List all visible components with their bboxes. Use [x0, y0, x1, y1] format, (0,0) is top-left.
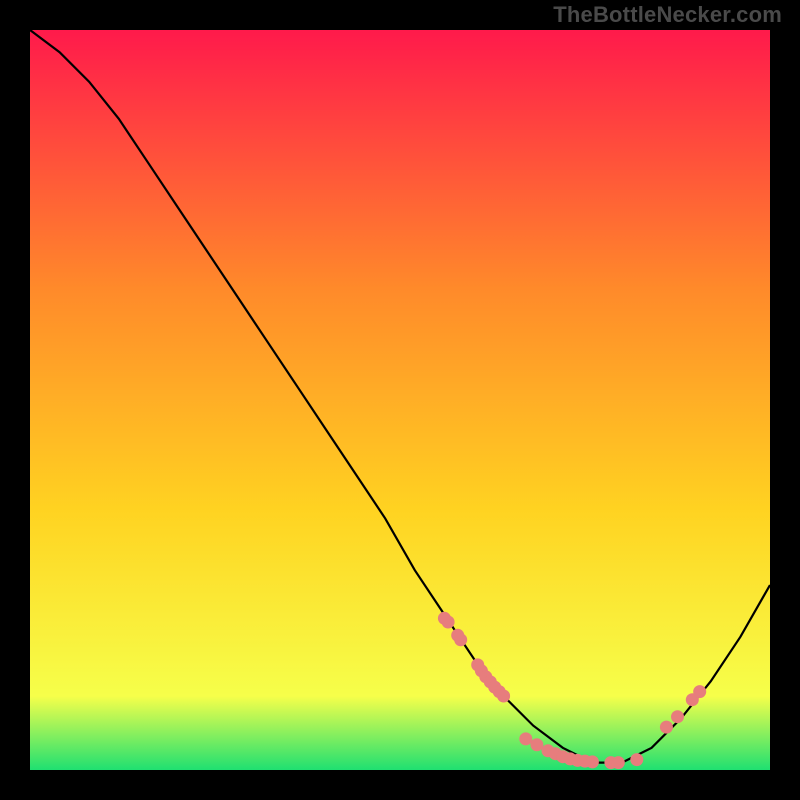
- plot-svg: [30, 30, 770, 770]
- scatter-dot: [671, 710, 684, 723]
- scatter-dot: [586, 755, 599, 768]
- scatter-dot: [519, 732, 532, 745]
- scatter-dot: [454, 633, 467, 646]
- gradient-background: [30, 30, 770, 770]
- scatter-dot: [442, 616, 455, 629]
- scatter-dot: [612, 756, 625, 769]
- watermark-text: TheBottleNecker.com: [553, 2, 782, 28]
- scatter-dot: [497, 690, 510, 703]
- scatter-dot: [630, 753, 643, 766]
- bottleneck-plot: [30, 30, 770, 770]
- chart-frame: TheBottleNecker.com: [0, 0, 800, 800]
- scatter-dot: [530, 738, 543, 751]
- scatter-dot: [660, 721, 673, 734]
- scatter-dot: [693, 685, 706, 698]
